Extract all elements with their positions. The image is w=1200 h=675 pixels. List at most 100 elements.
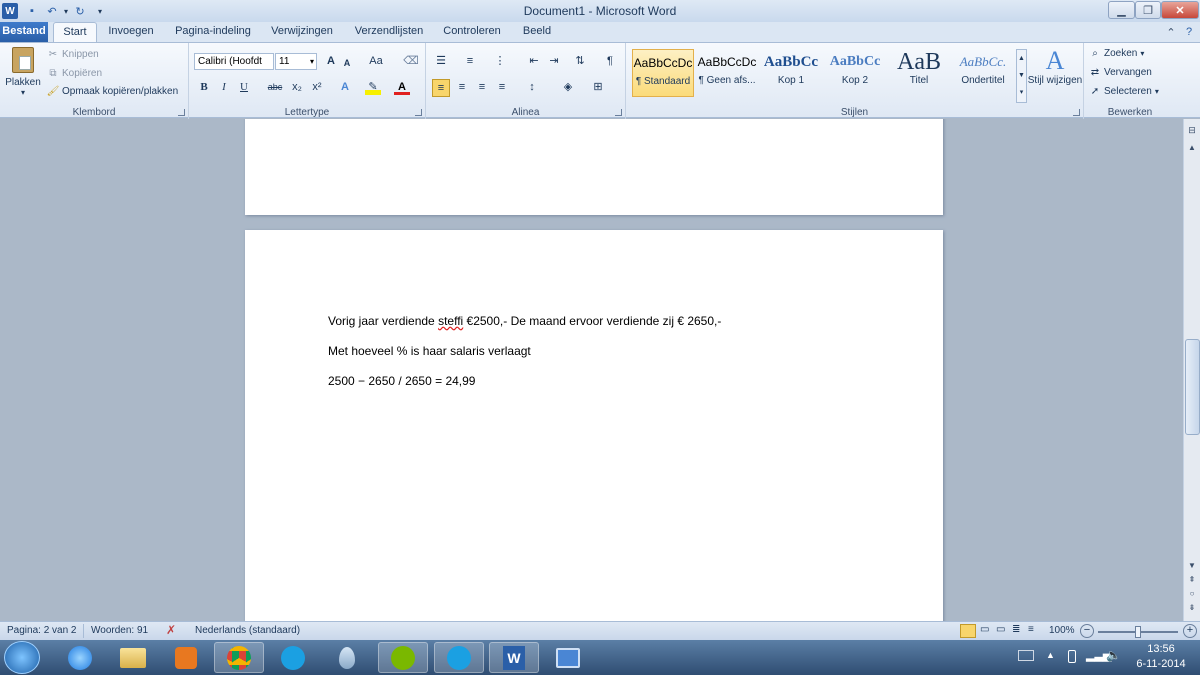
draft-icon[interactable]: ≡ (1028, 624, 1042, 638)
pilcrow-button[interactable]: ¶ (602, 53, 618, 69)
style-geen-afstand[interactable]: AaBbCcDc ¶ Geen afs... (696, 49, 758, 97)
paragraph-launcher-icon[interactable] (615, 109, 622, 116)
style-kop-1[interactable]: AaBbCc Kop 1 (760, 49, 822, 97)
page-2[interactable]: Vorig jaar verdiende steffi €2500,- De m… (245, 230, 943, 621)
page-1[interactable] (245, 119, 943, 215)
replace-button[interactable]: ⇄ Vervangen (1088, 67, 1152, 78)
strikethrough-button[interactable]: abc (264, 79, 286, 95)
web-layout-icon[interactable]: ▭ (996, 624, 1010, 638)
proofing-icon[interactable]: ✗ (166, 623, 176, 637)
page-count[interactable]: Pagina: 2 van 2 (7, 625, 77, 636)
start-button[interactable] (4, 641, 40, 674)
keyboard-icon[interactable] (1018, 650, 1034, 661)
copy-button[interactable]: ⧉ Kopiëren (46, 68, 102, 79)
tab-verzendlijsten[interactable]: Verzendlijsten (350, 22, 428, 42)
scroll-up-icon[interactable]: ▲ (1186, 143, 1198, 155)
volume-muted-icon[interactable]: 🔈 (1106, 648, 1121, 662)
font-name-combo[interactable]: Calibri (Hoofdt (194, 53, 274, 70)
droplet-icon[interactable] (322, 642, 372, 673)
zoom-in-icon[interactable]: + (1183, 624, 1197, 638)
tab-pagina-indeling[interactable]: Pagina-indeling (171, 22, 255, 42)
decrease-indent-icon[interactable]: ⇤ (526, 53, 542, 69)
shrink-font-button[interactable]: A (339, 55, 355, 71)
chrome-icon[interactable] (214, 642, 264, 673)
justify-icon[interactable]: ≡ (494, 79, 510, 95)
document-line-2[interactable]: Met hoeveel % is haar salaris verlaagt (328, 344, 531, 358)
align-center-icon[interactable]: ≡ (454, 79, 470, 95)
select-button[interactable]: ➚ Selecteren ▾ (1088, 86, 1159, 97)
media-icon[interactable] (161, 642, 211, 673)
tab-controleren[interactable]: Controleren (438, 22, 506, 42)
close-button[interactable]: ✕ (1161, 1, 1199, 19)
browse-object-icon[interactable]: ○ (1186, 589, 1198, 598)
text-effects-icon[interactable]: A (337, 79, 353, 95)
font-size-combo[interactable]: 11 ▾ (275, 53, 317, 70)
ie-icon[interactable] (55, 642, 105, 673)
restore-button[interactable]: ❐ (1135, 1, 1161, 19)
previous-page-icon[interactable]: ⇞ (1186, 575, 1198, 584)
style-standaard[interactable]: AaBbCcDc ¶ Standaard (632, 49, 694, 97)
font-color-icon[interactable]: A (394, 79, 410, 95)
minimize-button[interactable]: ▁ (1108, 1, 1135, 19)
sort-icon[interactable]: ⇅ (572, 53, 588, 69)
battery-icon[interactable] (1068, 650, 1076, 663)
clear-formatting-icon[interactable]: ⌫ (403, 53, 419, 69)
next-page-icon[interactable]: ⇟ (1186, 603, 1198, 612)
superscript-button[interactable]: x² (309, 79, 325, 95)
bold-button[interactable]: B (196, 79, 212, 95)
change-styles-button[interactable]: A Stijl wijzigen (1028, 47, 1082, 103)
tab-invoegen[interactable]: Invoegen (103, 22, 159, 42)
word-count[interactable]: Woorden: 91 (91, 625, 148, 636)
zoom-out-icon[interactable]: − (1080, 624, 1094, 638)
find-button[interactable]: ⌕ Zoeken ▾ (1088, 48, 1144, 59)
highlight-color-icon[interactable]: ✎ (365, 79, 381, 95)
word-taskbar-icon[interactable]: W (489, 642, 539, 673)
align-right-icon[interactable]: ≡ (474, 79, 490, 95)
borders-icon[interactable]: ⊞ (590, 79, 606, 95)
align-left-icon[interactable]: ≡ (432, 79, 450, 97)
zoom-slider[interactable] (1098, 626, 1178, 638)
skype2-icon[interactable] (434, 642, 484, 673)
format-painter-button[interactable]: 🖌 Opmaak kopiëren/plakken (46, 86, 179, 97)
clipboard-launcher-icon[interactable] (178, 109, 185, 116)
subscript-button[interactable]: x₂ (289, 79, 305, 95)
bullets-icon[interactable]: ☰ (433, 53, 449, 69)
help-icon[interactable]: ? (1181, 24, 1197, 40)
tab-beeld[interactable]: Beeld (517, 22, 557, 42)
spotify-icon[interactable] (378, 642, 428, 673)
tab-bestand[interactable]: Bestand (0, 22, 48, 42)
multilevel-list-icon[interactable]: ⋮ (492, 53, 508, 69)
minimize-ribbon-icon[interactable]: ⌃ (1163, 24, 1179, 40)
zoom-thumb[interactable] (1135, 626, 1141, 638)
italic-button[interactable]: I (216, 79, 232, 95)
clock-date[interactable]: 6-11-2014 (1126, 658, 1196, 670)
scroll-down-icon[interactable]: ▼ (1186, 561, 1198, 570)
style-kop-2[interactable]: AaBbCc Kop 2 (824, 49, 886, 97)
full-screen-icon[interactable]: ▭ (980, 624, 994, 638)
explorer-icon[interactable] (108, 642, 158, 673)
zoom-level[interactable]: 100% (1049, 625, 1075, 636)
font-launcher-icon[interactable] (415, 109, 422, 116)
cut-button[interactable]: ✂ Knippen (46, 49, 99, 60)
style-titel[interactable]: AaB Titel (888, 49, 950, 97)
paste-button[interactable]: Plakken ▾ (4, 47, 42, 101)
show-hidden-icons[interactable]: ▲ (1046, 650, 1055, 660)
style-ondertitel[interactable]: AaBbCc. Ondertitel (952, 49, 1014, 97)
scroll-thumb[interactable] (1185, 339, 1200, 435)
outline-icon[interactable]: ≣ (1012, 624, 1026, 638)
document-line-1[interactable]: Vorig jaar verdiende steffi €2500,- De m… (328, 314, 721, 328)
tab-start[interactable]: Start (53, 22, 97, 42)
numbering-icon[interactable]: ≡ (462, 53, 478, 69)
clock-time[interactable]: 13:56 (1126, 643, 1196, 655)
remote-icon[interactable] (543, 642, 593, 673)
tab-verwijzingen[interactable]: Verwijzingen (266, 22, 338, 42)
styles-launcher-icon[interactable] (1073, 109, 1080, 116)
change-case-button[interactable]: Aa (365, 53, 387, 69)
skype-icon[interactable] (268, 642, 318, 673)
ruler-toggle-icon[interactable]: ⊟ (1186, 125, 1198, 137)
vertical-scrollbar[interactable]: ⊟ ▲ ▼ ⇞ ○ ⇟ (1183, 119, 1200, 621)
print-layout-icon[interactable] (960, 624, 976, 638)
grow-font-button[interactable]: A (323, 53, 339, 69)
language[interactable]: Nederlands (standaard) (195, 625, 300, 636)
increase-indent-icon[interactable]: ⇥ (546, 53, 562, 69)
